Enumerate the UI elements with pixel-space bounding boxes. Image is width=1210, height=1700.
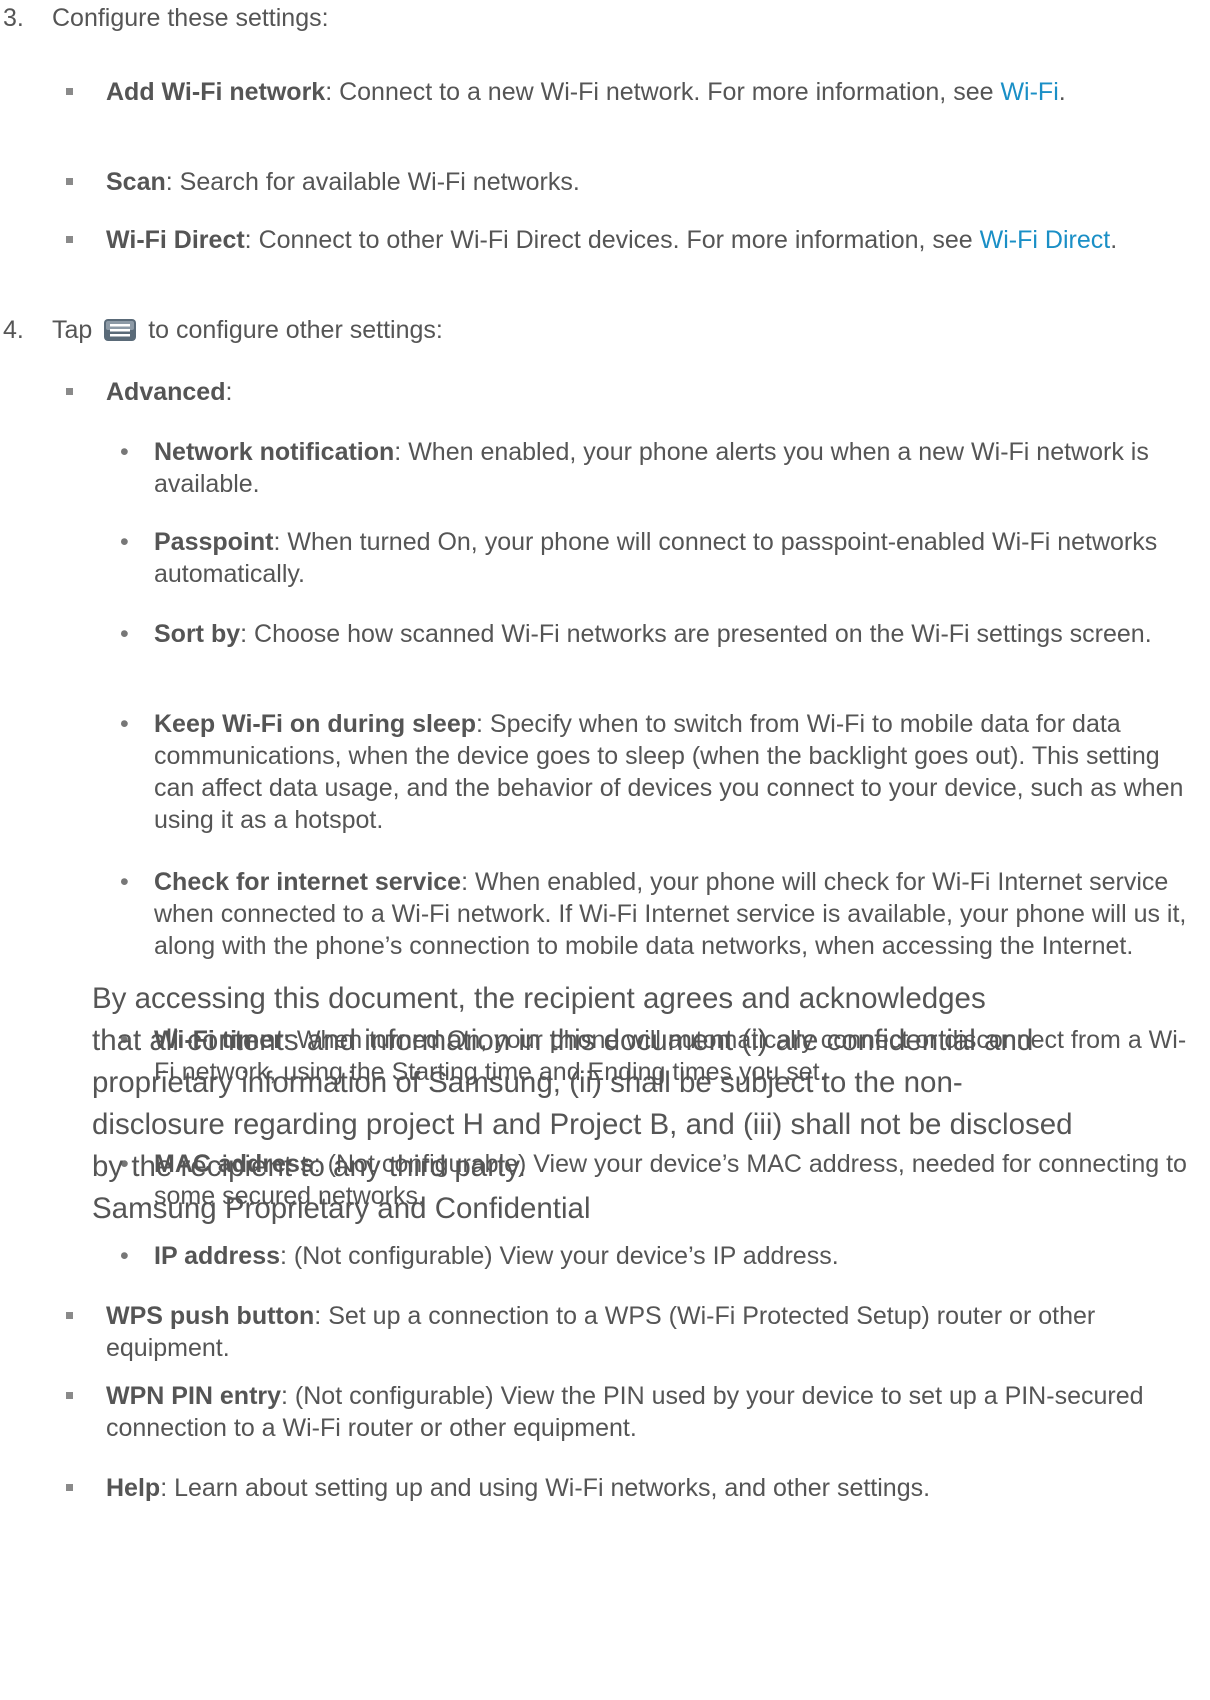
wifi-link[interactable]: Wi-Fi [1000, 78, 1058, 106]
advanced-item-wifi-timer: • Wi-Fi timer: When turned On, your phon… [120, 1026, 1187, 1086]
setting-wps-push-button: WPS push button: Set up a connection to … [66, 1300, 1186, 1364]
setting-description: : Connect to other Wi-Fi Direct devices.… [244, 226, 980, 254]
square-bullet-icon [66, 178, 73, 185]
square-bullet-icon [66, 1484, 73, 1491]
advanced-item-mac-address: • MAC address: (Not configurable) View y… [120, 1150, 1187, 1210]
step-text: to configure other settings: [148, 316, 443, 344]
setting-term: Add Wi-Fi network [106, 78, 326, 106]
setting-advanced: Advanced: [66, 376, 1186, 408]
advanced-item-keep-wifi-on: • Keep Wi-Fi on during sleep: Specify wh… [120, 710, 1184, 834]
bullet-icon: • [120, 1242, 129, 1270]
bullet-icon: • [120, 528, 129, 556]
square-bullet-icon [66, 1312, 73, 1319]
notice-line: disclosure regarding project H and Proje… [92, 1108, 1073, 1141]
setting-description: : Search for available Wi-Fi networks. [165, 168, 580, 196]
advanced-item-check-internet: • Check for internet service: When enabl… [120, 868, 1187, 960]
setting-add-wifi-network: Add Wi-Fi network: Connect to a new Wi-F… [66, 76, 1186, 108]
square-bullet-icon [66, 388, 73, 395]
step-text: Configure these settings: [52, 4, 329, 32]
setting-scan: Scan: Search for available Wi-Fi network… [66, 166, 1186, 198]
bullet-icon: • [120, 438, 129, 466]
square-bullet-icon [66, 88, 73, 95]
setting-term: Wi-Fi Direct [106, 226, 245, 254]
setting-term: Advanced [106, 378, 226, 406]
bullet-icon: • [120, 620, 129, 648]
setting-term: Scan [106, 168, 166, 196]
square-bullet-icon [66, 236, 73, 243]
step-number: 4. [3, 316, 24, 344]
step-number: 3. [3, 4, 24, 32]
bullet-icon: • [120, 1026, 129, 1054]
square-bullet-icon [66, 1392, 73, 1399]
advanced-item-network-notification: • Network notification: When enabled, yo… [120, 438, 1149, 498]
step-text: Tap [52, 316, 93, 344]
setting-help: Help: Learn about setting up and using W… [66, 1472, 1186, 1504]
setting-description: : Connect to a new Wi-Fi network. For mo… [325, 78, 1001, 106]
bullet-icon: • [120, 868, 129, 896]
advanced-item-passpoint: • Passpoint: When turned On, your phone … [120, 528, 1158, 588]
notice-line: By accessing this document, the recipien… [92, 982, 986, 1015]
wifi-direct-link[interactable]: Wi-Fi Direct [980, 226, 1111, 254]
bullet-icon: • [120, 710, 129, 738]
setting-wpn-pin-entry: WPN PIN entry: (Not configurable) View t… [66, 1380, 1186, 1444]
bullet-icon: • [120, 1150, 129, 1178]
setting-wifi-direct: Wi-Fi Direct: Connect to other Wi-Fi Dir… [66, 224, 1186, 256]
menu-icon [103, 318, 137, 342]
advanced-item-sort-by: • Sort by: Choose how scanned Wi-Fi netw… [120, 620, 1152, 648]
advanced-item-ip-address: • IP address: (Not configurable) View yo… [120, 1242, 839, 1270]
